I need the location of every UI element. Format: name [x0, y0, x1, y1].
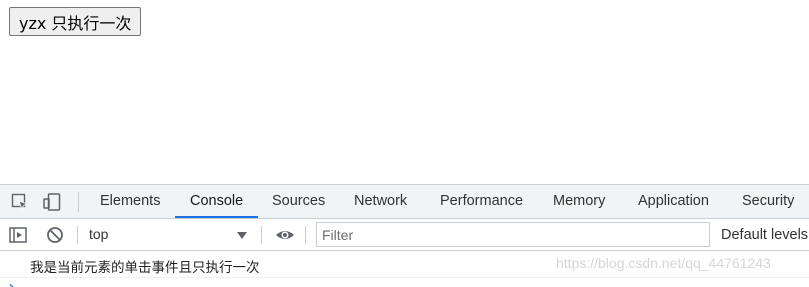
chevron-down-icon [237, 232, 247, 239]
device-toolbar-icon[interactable] [43, 193, 61, 211]
toolbar-divider [305, 226, 306, 244]
log-levels-dropdown[interactable]: Default levels [721, 219, 808, 251]
tab-elements[interactable]: Elements [100, 185, 160, 218]
toolbar-divider [78, 192, 79, 212]
console-toolbar: top Default levels [0, 219, 809, 251]
console-output: 我是当前元素的单击事件且只执行一次 https://blog.csdn.net/… [0, 251, 809, 287]
run-once-button[interactable]: yzx 只执行一次 [9, 7, 142, 36]
prompt-chevron-icon[interactable]: › [7, 280, 15, 287]
inspect-element-icon[interactable] [11, 193, 29, 211]
console-message: 我是当前元素的单击事件且只执行一次 [30, 260, 260, 276]
active-tab-indicator [175, 216, 258, 218]
watermark-text: https://blog.csdn.net/qq_44761243 [556, 255, 771, 271]
clear-console-icon[interactable] [46, 226, 64, 244]
tab-sources[interactable]: Sources [272, 185, 325, 218]
toolbar-divider [261, 226, 262, 244]
tab-console[interactable]: Console [190, 185, 243, 218]
filter-input[interactable] [316, 222, 710, 247]
show-sidebar-icon[interactable] [9, 226, 27, 244]
browser-viewport: yzx 只执行一次 Elements Console Sources Netwo… [0, 0, 809, 287]
context-selector[interactable]: top [81, 223, 253, 246]
devtools-tabbar: Elements Console Sources Network Perform… [0, 185, 809, 219]
tab-network[interactable]: Network [354, 185, 407, 218]
eye-icon[interactable] [275, 226, 294, 244]
devtools-panel: Elements Console Sources Network Perform… [0, 184, 809, 287]
tab-memory[interactable]: Memory [553, 185, 605, 218]
tab-application[interactable]: Application [638, 185, 709, 218]
message-divider [0, 277, 809, 278]
toolbar-divider [77, 226, 78, 244]
tab-performance[interactable]: Performance [440, 185, 523, 218]
context-value: top [89, 226, 109, 242]
tab-security[interactable]: Security [742, 185, 794, 218]
